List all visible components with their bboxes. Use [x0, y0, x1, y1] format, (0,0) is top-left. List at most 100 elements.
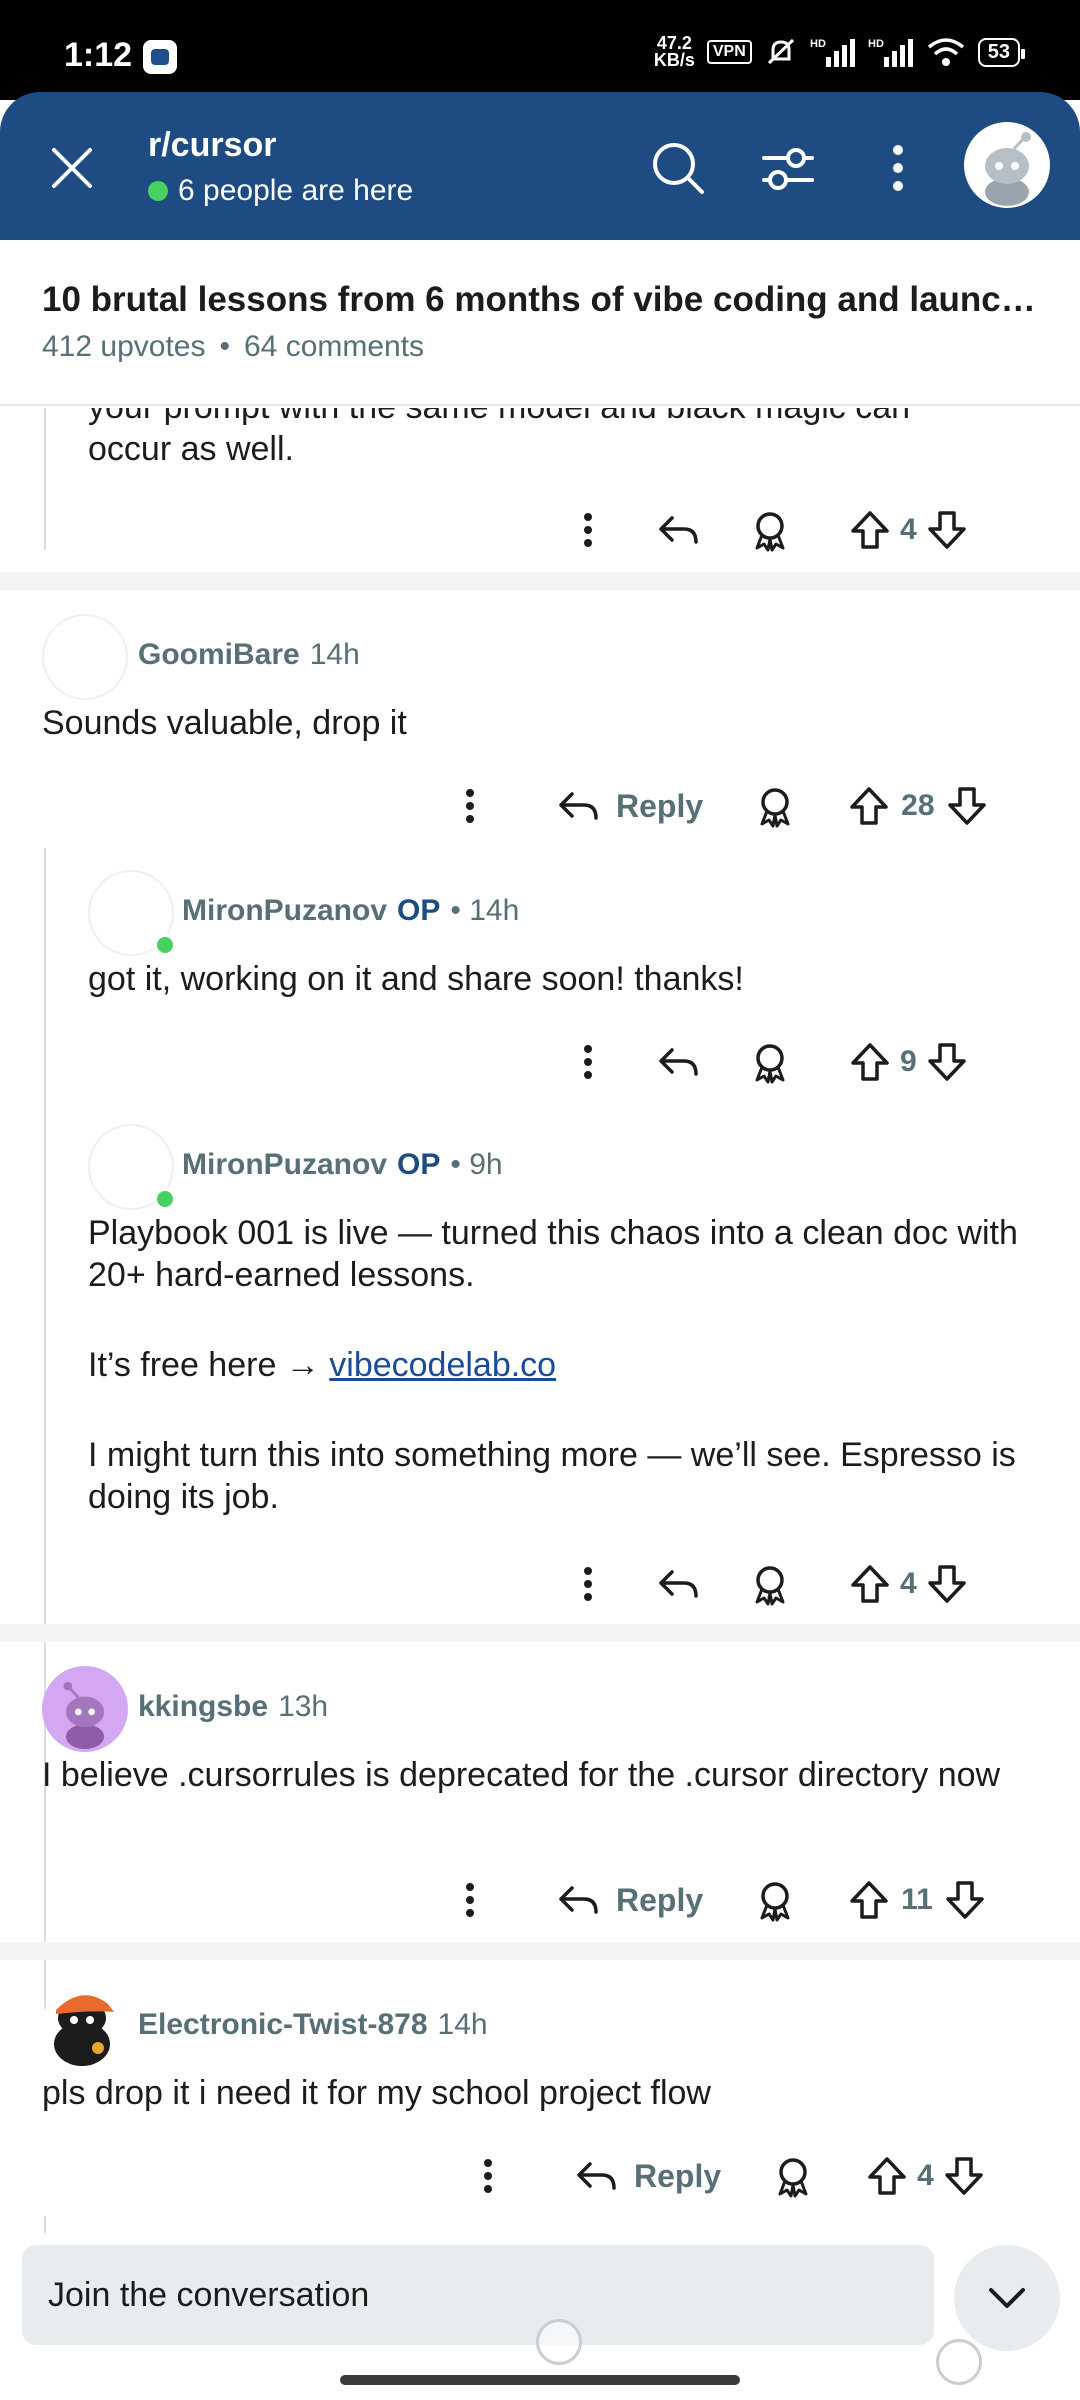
downvote-icon[interactable]	[943, 1878, 987, 1922]
wifi-icon	[927, 38, 964, 66]
comment-text-line: occur as well.	[88, 430, 294, 468]
downvote-icon[interactable]	[925, 1040, 969, 1084]
comment-age: 14h	[309, 638, 360, 671]
subreddit-name[interactable]: r/cursor	[148, 126, 277, 165]
app-notification-icon	[143, 40, 177, 74]
close-icon[interactable]	[44, 140, 100, 196]
more-vertical-icon[interactable]	[448, 784, 492, 828]
comment-author[interactable]: GoomiBare	[138, 638, 300, 672]
comment-text: your prompt with the same model and blac…	[88, 408, 1048, 470]
award-icon[interactable]	[748, 1562, 792, 1606]
more-vertical-icon[interactable]	[872, 136, 924, 200]
post-upvotes: 412 upvotes	[42, 330, 206, 363]
comment-author[interactable]: kkingsbe	[138, 1690, 268, 1724]
signal-icon: HD	[810, 38, 855, 67]
comment-text: pls drop it i need it for my school proj…	[42, 2074, 711, 2112]
comment-thread[interactable]: your prompt with the same model and blac…	[0, 408, 1080, 2233]
more-vertical-icon[interactable]	[566, 508, 610, 552]
filter-icon[interactable]	[756, 136, 820, 200]
snoo-avatar-icon	[985, 132, 1031, 206]
meta-separator: •	[219, 330, 230, 363]
more-vertical-icon[interactable]	[448, 1878, 492, 1922]
network-speed-unit: KB/s	[653, 50, 695, 70]
vote-count: 4	[917, 2159, 934, 2192]
upvote-icon[interactable]	[847, 784, 891, 828]
reply-icon	[559, 792, 598, 820]
post-title[interactable]: 10 brutal lessons from 6 months of vibe …	[42, 280, 1042, 320]
reply-icon[interactable]	[656, 508, 702, 552]
comment-age: 14h	[437, 2008, 488, 2041]
upvote-icon[interactable]	[865, 2154, 909, 2198]
award-icon[interactable]	[753, 784, 797, 828]
op-badge: OP	[397, 894, 441, 927]
comment-paragraph: Playbook 001 is live — turned this chaos…	[88, 1214, 1018, 1294]
avatar[interactable]	[42, 1666, 128, 1752]
op-badge: OP	[397, 1148, 441, 1181]
comment-author[interactable]: MironPuzanov	[182, 894, 387, 928]
comment-actions: 9	[566, 1040, 969, 1084]
comment-text-line: your prompt with the same model and blac…	[88, 408, 1048, 428]
comment-actions: Reply 4	[466, 2154, 986, 2198]
reply-button[interactable]: Reply	[556, 1878, 703, 1922]
award-icon[interactable]	[753, 1878, 797, 1922]
avatar[interactable]	[88, 1124, 176, 1210]
upvote-icon[interactable]	[848, 508, 892, 552]
upvote-icon[interactable]	[848, 1562, 892, 1606]
presence-indicator: 6 people are here	[148, 174, 413, 208]
post-meta: 412 upvotes • 64 comments	[42, 330, 424, 364]
user-avatar[interactable]	[964, 122, 1050, 208]
external-link[interactable]: vibecodelab.co	[329, 1346, 556, 1384]
chevron-down-icon	[989, 2288, 1025, 2308]
reply-button[interactable]: Reply	[556, 784, 703, 828]
reply-icon	[577, 2162, 616, 2190]
vote-count: 11	[901, 1883, 933, 1916]
award-icon[interactable]	[748, 508, 792, 552]
reply-label: Reply	[634, 2157, 722, 2194]
more-vertical-icon[interactable]	[566, 1562, 610, 1606]
comment-author[interactable]: MironPuzanov	[182, 1148, 387, 1182]
avatar[interactable]	[42, 1982, 128, 2068]
bottom-bar: Join the conversation	[0, 2233, 1080, 2400]
vote-count: 9	[900, 1045, 917, 1078]
reply-icon[interactable]	[656, 1562, 702, 1606]
online-badge	[154, 934, 176, 956]
downvote-icon[interactable]	[942, 2154, 986, 2198]
reply-button[interactable]: Reply	[574, 2154, 721, 2198]
more-vertical-icon[interactable]	[566, 1040, 610, 1084]
thread-line	[44, 2216, 46, 2233]
thread-line	[44, 848, 46, 2010]
post-summary[interactable]: 10 brutal lessons from 6 months of vibe …	[0, 240, 1080, 406]
upvote-icon[interactable]	[847, 1878, 891, 1922]
reply-icon	[559, 1886, 598, 1914]
svg-text:HD: HD	[868, 38, 884, 50]
link-prefix: It’s free here →	[88, 1346, 330, 1384]
comment-text: Sounds valuable, drop it	[42, 704, 407, 742]
avatar[interactable]	[88, 870, 176, 956]
comment-separator	[0, 1624, 1080, 1642]
comment-actions: Reply 28	[448, 784, 989, 828]
online-badge	[154, 1188, 176, 1210]
comment-text: got it, working on it and share soon! th…	[88, 960, 744, 998]
status-time: 1:12	[64, 36, 133, 74]
upvote-icon[interactable]	[848, 1040, 892, 1084]
join-conversation-input[interactable]: Join the conversation	[22, 2245, 934, 2345]
search-icon[interactable]	[646, 136, 710, 200]
award-icon[interactable]	[771, 2154, 815, 2198]
award-icon[interactable]	[748, 1040, 792, 1084]
collapse-button[interactable]	[954, 2245, 1060, 2351]
comment-author[interactable]: Electronic-Twist-878	[138, 2008, 428, 2042]
reply-label: Reply	[616, 787, 704, 824]
avatar[interactable]	[42, 614, 128, 700]
signal-icon-2: HD	[868, 38, 913, 67]
more-vertical-icon[interactable]	[466, 2154, 510, 2198]
comment-actions: Reply 11	[448, 1878, 987, 1922]
downvote-icon[interactable]	[925, 1562, 969, 1606]
downvote-icon[interactable]	[945, 784, 989, 828]
comment-actions: 4	[566, 1562, 969, 1606]
downvote-icon[interactable]	[925, 508, 969, 552]
reply-icon[interactable]	[656, 1040, 702, 1084]
comment-text: Playbook 001 is live — turned this chaos…	[88, 1212, 1048, 1518]
thread-line	[44, 408, 46, 550]
gesture-nav-handle[interactable]	[340, 2375, 740, 2385]
status-icons: 47.2 KB/s VPN HD HD 53	[653, 30, 1026, 74]
